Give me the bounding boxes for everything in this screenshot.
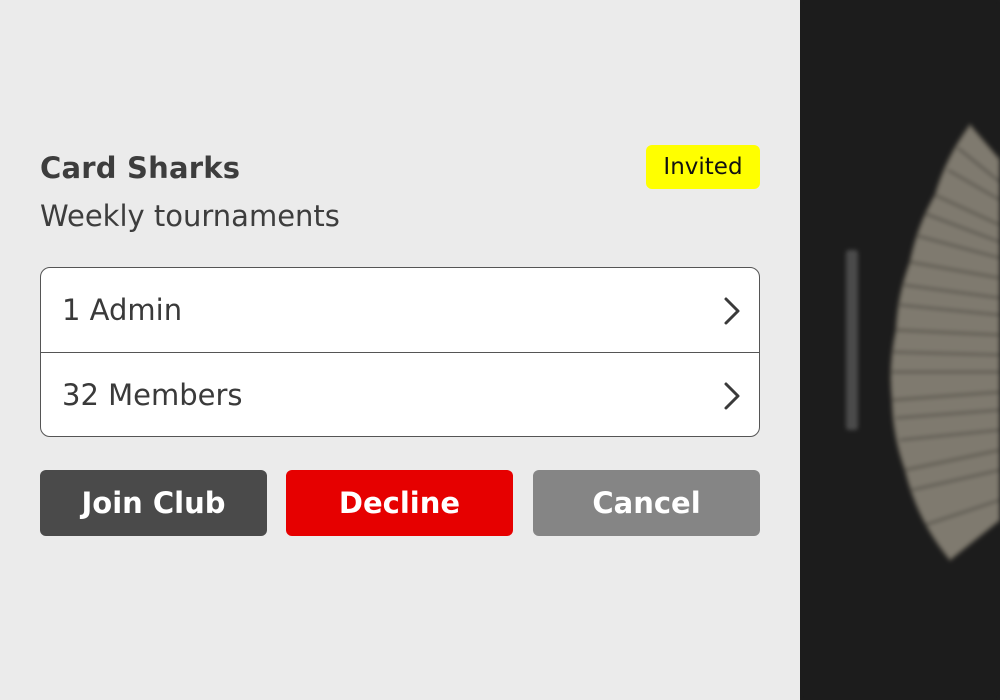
action-buttons: Join Club Decline Cancel (40, 470, 760, 536)
join-club-button[interactable]: Join Club (40, 470, 267, 536)
chevron-right-icon (724, 297, 740, 325)
background-preview-image (800, 0, 1000, 700)
cancel-button[interactable]: Cancel (533, 470, 760, 536)
list-item-members[interactable]: 32 Members (41, 352, 759, 436)
club-invite-panel: Card Sharks Weekly tournaments Invited 1… (0, 0, 800, 700)
club-name: Card Sharks (40, 151, 241, 185)
list-item-admins[interactable]: 1 Admin (41, 268, 759, 352)
chevron-right-icon (724, 382, 740, 410)
list-item-label: 32 Members (62, 378, 243, 412)
club-header: Card Sharks Weekly tournaments Invited (40, 144, 760, 234)
decline-button[interactable]: Decline (286, 470, 513, 536)
status-badge: Invited (646, 145, 760, 189)
list-item-label: 1 Admin (62, 293, 183, 327)
membership-list: 1 Admin 32 Members (40, 267, 760, 437)
card-fan-image (800, 0, 1000, 700)
club-description: Weekly tournaments (40, 199, 340, 233)
